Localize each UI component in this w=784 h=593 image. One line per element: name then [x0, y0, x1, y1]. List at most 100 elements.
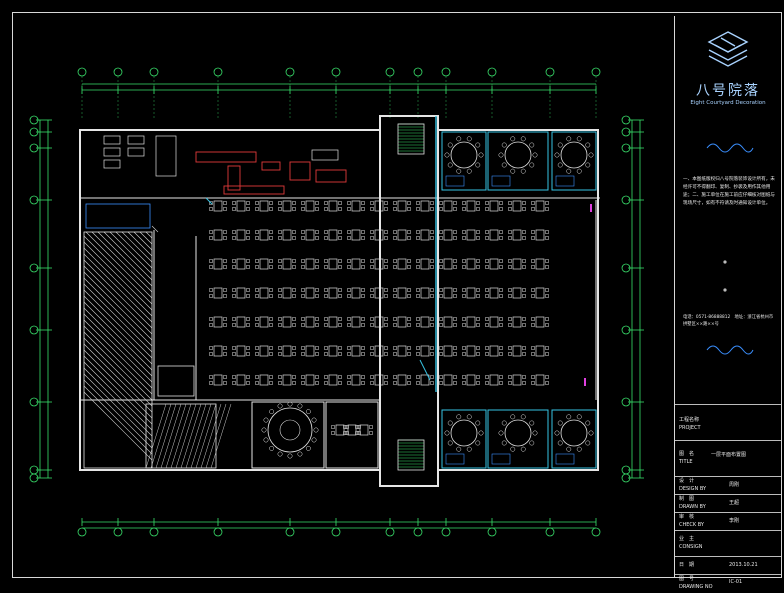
chair [545, 352, 549, 356]
design-row: 设 计 DESIGN BY 周刚 [675, 476, 781, 495]
chair [393, 236, 397, 240]
table [420, 316, 430, 328]
hatch-line [210, 403, 232, 469]
chair [223, 375, 227, 379]
chair [232, 352, 236, 356]
check-row: 审 核 CHECK BY 李刚 [675, 512, 781, 531]
table [397, 258, 407, 270]
chair [315, 236, 319, 240]
chair [478, 430, 484, 436]
hatch-line [127, 231, 153, 257]
chair [338, 288, 342, 292]
chair [393, 381, 397, 385]
chair [269, 230, 273, 234]
chair [278, 236, 282, 240]
table [328, 229, 338, 241]
drawn-row: 制 图 DRAWN BY 王超 [675, 494, 781, 513]
room [487, 409, 549, 469]
hatch-line [155, 403, 177, 469]
chair [588, 430, 594, 436]
chair [444, 430, 450, 436]
chair [499, 265, 503, 269]
table [397, 316, 407, 328]
chair [301, 201, 305, 205]
chair [361, 230, 365, 234]
chair [545, 288, 549, 292]
chair [209, 259, 213, 263]
table [282, 229, 292, 241]
chair [522, 201, 526, 205]
table [359, 424, 369, 436]
title-label-en: TITLE [679, 459, 693, 465]
chair [522, 381, 526, 385]
table [535, 316, 545, 328]
table [305, 345, 315, 357]
consign-label-en: CONSIGN [679, 544, 703, 550]
chair [315, 317, 319, 321]
chair [370, 294, 374, 298]
chair [520, 168, 526, 174]
hatch-line [180, 403, 202, 469]
chair [223, 288, 227, 292]
chair [462, 230, 466, 234]
chair [277, 403, 283, 409]
chair [532, 152, 538, 158]
axis-bubble [331, 527, 341, 537]
chair [232, 375, 236, 379]
chair [347, 323, 351, 327]
chair [462, 323, 466, 327]
chair [416, 346, 420, 350]
chair [361, 201, 365, 205]
table [443, 258, 453, 270]
chair [531, 381, 535, 385]
chair [246, 201, 250, 205]
table [443, 374, 453, 386]
chair [499, 381, 503, 385]
chair [301, 236, 305, 240]
chair [585, 420, 591, 426]
chair [393, 323, 397, 327]
chair [476, 352, 480, 356]
chair [466, 446, 472, 452]
axis-bubble [149, 67, 159, 77]
chair [439, 236, 443, 240]
chair [209, 294, 213, 298]
chair [554, 152, 560, 158]
chair [439, 259, 443, 263]
round-table [504, 141, 532, 169]
chair [522, 352, 526, 356]
round-table [267, 407, 313, 453]
chair [393, 230, 397, 234]
stair-core [379, 115, 439, 487]
table [420, 229, 430, 241]
chair [384, 201, 388, 205]
chair [223, 230, 227, 234]
table [328, 316, 338, 328]
chair [407, 265, 411, 269]
chair [407, 346, 411, 350]
chair [370, 259, 374, 263]
table [535, 345, 545, 357]
chair [393, 259, 397, 263]
chair [510, 414, 516, 420]
chair [566, 446, 572, 452]
table [443, 345, 453, 357]
chair [255, 207, 259, 211]
table [535, 258, 545, 270]
chair [508, 294, 512, 298]
table [213, 258, 223, 270]
chair [209, 352, 213, 356]
chair [369, 431, 373, 435]
chair [269, 352, 273, 356]
chair [361, 259, 365, 263]
hatch-line [150, 403, 172, 469]
chair [305, 445, 311, 451]
table [466, 229, 476, 241]
table [259, 287, 269, 299]
table [259, 345, 269, 357]
chair [508, 346, 512, 350]
chair [292, 317, 296, 321]
table [466, 287, 476, 299]
chair [223, 294, 227, 298]
chair [315, 294, 319, 298]
